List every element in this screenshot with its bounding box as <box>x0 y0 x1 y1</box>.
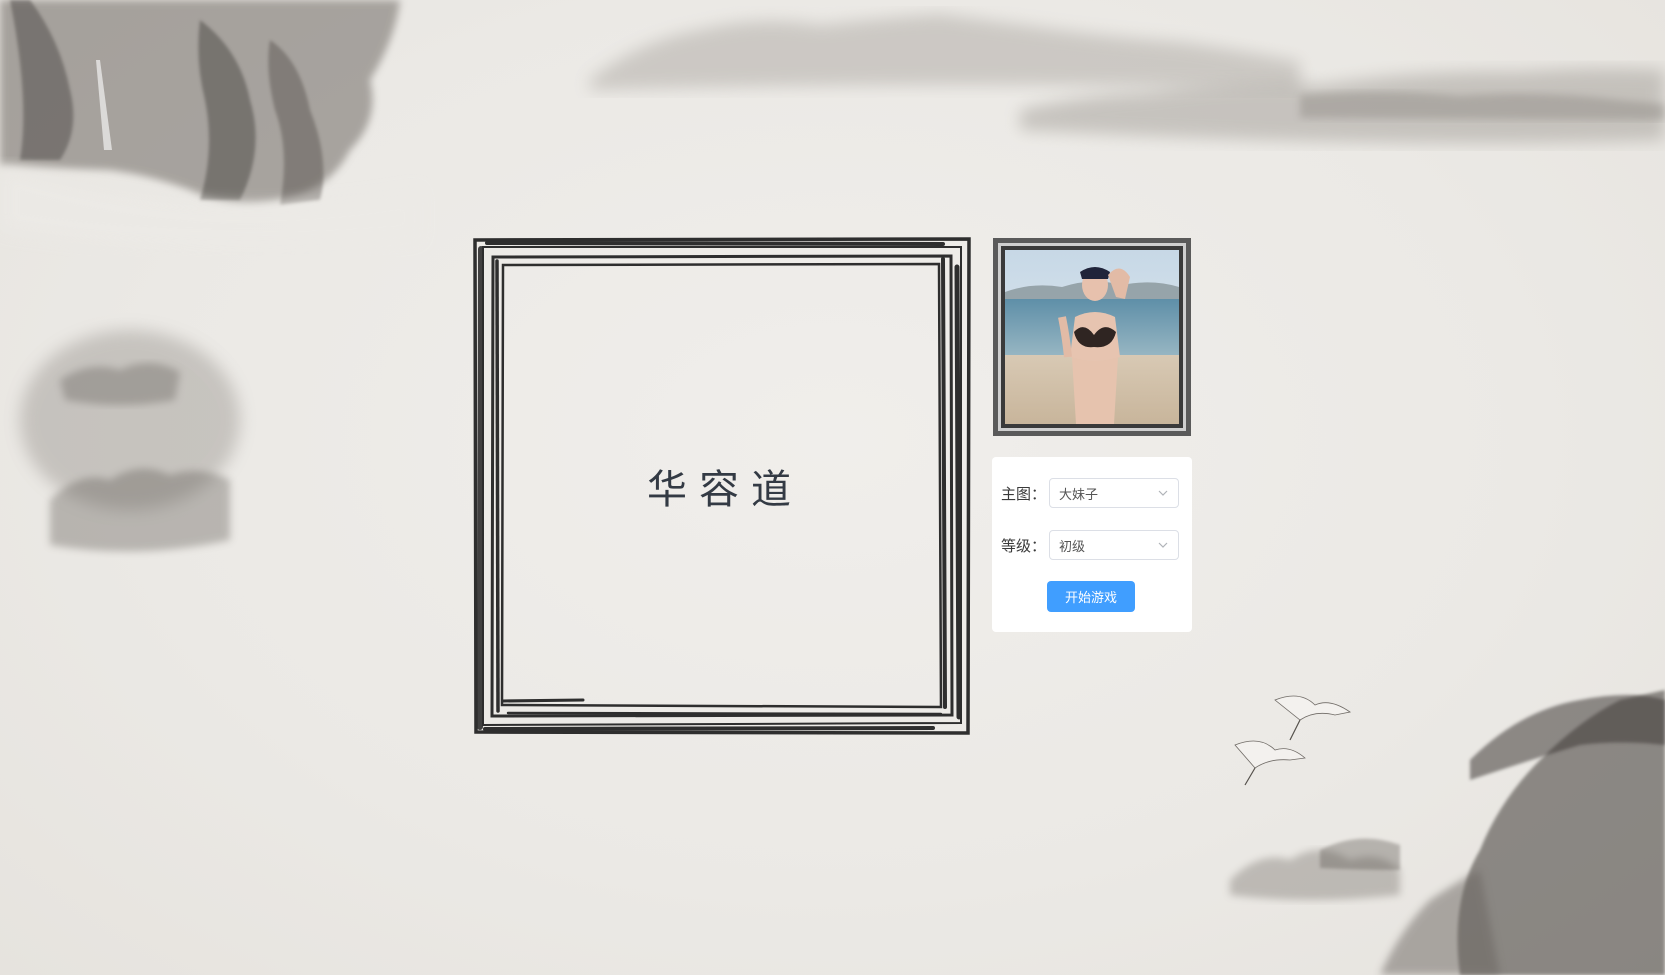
chevron-down-icon <box>1158 542 1168 548</box>
level-select-row: 等级： 初级 <box>1001 529 1179 561</box>
control-panel: 主图： 大妹子 等级： 初级 开始游戏 <box>992 457 1192 632</box>
game-board[interactable]: 华容道 <box>473 237 971 735</box>
image-select-row: 主图： 大妹子 <box>1001 477 1179 509</box>
level-select[interactable]: 初级 <box>1049 530 1179 560</box>
preview-image <box>993 238 1191 436</box>
chevron-down-icon <box>1158 490 1168 496</box>
start-game-button[interactable]: 开始游戏 <box>1047 581 1135 612</box>
game-title: 华容道 <box>647 467 803 513</box>
image-select[interactable]: 大妹子 <box>1049 478 1179 508</box>
level-select-label: 等级： <box>1001 536 1047 555</box>
image-select-value: 大妹子 <box>1059 487 1099 503</box>
image-select-label: 主图： <box>1001 484 1047 503</box>
level-select-value: 初级 <box>1059 539 1086 555</box>
game-stage: 华容道 主图： 大妹子 等级： 初级 开始游戏 <box>0 0 1665 975</box>
preview-image-frame <box>992 237 1192 437</box>
